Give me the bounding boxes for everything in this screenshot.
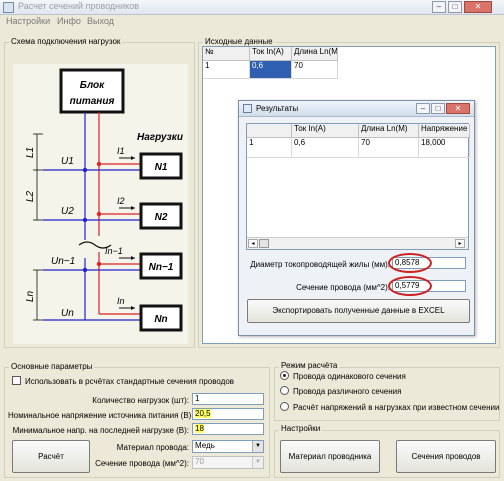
load-nn-label: Nn [154,314,167,325]
length-l1-label: L1 [25,147,36,158]
grid-cell-length[interactable]: 70 [292,61,338,79]
mode-radio-different[interactable] [280,386,289,395]
settings-group-label: Настройки [279,424,323,433]
grid-header-length[interactable]: Длина Ln(M [292,47,338,61]
voltage-un-label: Un [61,308,74,319]
diameter-annotation-oval [388,253,432,273]
menu-exit[interactable]: Выход [87,16,114,26]
dialog-close-button[interactable]: ✕ [446,103,470,114]
results-header-number[interactable] [247,124,292,138]
section-value: 70 [195,457,204,466]
mode-label-known-section: Расчёт напряжений в нагрузках при извест… [293,403,500,412]
scroll-thumb[interactable] [259,239,269,248]
params-section-label: Сечение провода (мм^2): [95,459,189,468]
results-dialog[interactable]: Результаты – □ ✕ Ток In(A) Длина Ln(M) Н… [238,100,475,336]
grid-cell-current[interactable]: 0,6 [250,61,292,79]
wire-sections-button[interactable]: Сечения проводов [396,440,496,473]
scheme-group-label: Схема подключения нагрузок [9,37,123,46]
calculate-button[interactable]: Расчёт [12,440,90,473]
min-voltage-label: Минимальное напр. на последней нагрузке … [12,426,189,435]
grid-header-current[interactable]: Ток In(A) [250,47,292,61]
dialog-maximize-button[interactable]: □ [431,103,445,114]
load-count-input[interactable]: 1 [192,393,264,405]
menu-settings[interactable]: Настройки [6,16,50,26]
power-unit-label-1: Блок [80,80,105,91]
power-unit-label-2: питания [70,96,115,107]
use-standard-label: Использовать в рсчётах стандартные сечен… [25,377,235,386]
dialog-minimize-button[interactable]: – [416,103,430,114]
material-select[interactable]: Медь ▼ [192,440,264,453]
length-l2-label: L2 [25,190,36,202]
current-i1-label: I1 [117,146,125,156]
material-label: Материал провода: [116,443,189,452]
supply-voltage-label: Номинальное напряжение источника питания… [8,411,194,420]
load-nn1-label: Nn−1 [149,262,174,273]
menu-info[interactable]: Инфо [57,16,81,26]
params-group-label: Основные параметры [9,362,95,371]
dialog-icon [243,104,252,113]
current-i2-label: I2 [117,196,125,206]
section-dropdown-icon[interactable]: ▼ [252,457,263,468]
use-standard-checkbox[interactable] [12,376,21,385]
supply-voltage-value: 20,5 [195,409,211,418]
window-title: Расчет сечений проводников [18,1,139,11]
app-icon [3,2,14,13]
min-voltage-input[interactable]: 18 [192,423,264,435]
results-cell-length[interactable]: 70 [359,138,419,158]
results-header-length[interactable]: Длина Ln(M) [359,124,419,138]
scroll-left-icon[interactable]: ◂ [248,239,258,248]
results-hscrollbar[interactable]: ◂ ▸ [247,237,468,249]
voltage-u2-label: U2 [61,206,74,217]
results-title-bar: Результаты – □ ✕ [239,101,474,117]
close-button[interactable]: ✕ [464,1,492,13]
material-conductor-button[interactable]: Материал проводника [280,440,380,473]
menu-bar: Настройки Инфо Выход [0,15,504,28]
voltage-un1-label: Un−1 [51,256,75,267]
grid-cell-number[interactable]: 1 [203,61,250,79]
section-annotation-oval [388,276,432,296]
current-in1-label: In−1 [105,246,123,256]
section-select[interactable]: 70 ▼ [192,456,264,469]
load-n2-label: N2 [155,212,168,223]
results-grid[interactable]: Ток In(A) Длина Ln(M) Напряжение в т 1 0… [246,123,470,250]
loads-label: Нагрузки [137,132,183,143]
grid-header-number[interactable]: № [203,47,250,61]
mode-radio-known-section[interactable] [280,402,289,411]
load-count-label: Количество нагрузок (шт): [92,396,189,405]
circuit-diagram: Блок питания Нагрузки N1 N2 Nn−1 Nn I1 I… [25,68,183,332]
diameter-label: Диаметр токопроводящей жилы (мм): [250,260,390,269]
source-data-group-label: Исходные данные [203,37,275,46]
length-ln-label: Ln [25,290,36,302]
results-header-current[interactable]: Ток In(A) [292,124,359,138]
title-bar: Расчет сечений проводников – □ ✕ [0,0,504,15]
min-voltage-value: 18 [195,424,204,433]
results-cell-voltage[interactable]: 18,000 [419,138,470,158]
mode-group-label: Режим расчёта [279,361,340,370]
current-in-label: In [117,296,125,306]
minimize-button[interactable]: – [432,1,446,13]
load-n1-label: N1 [155,162,168,173]
results-title: Результаты [256,104,299,113]
mode-label-different: Провода различного сечения [293,387,402,396]
material-value: Медь [195,441,215,450]
export-excel-button[interactable]: Экспортировать полученные данные в EXCEL [247,299,470,323]
results-header-voltage[interactable]: Напряжение в т [419,124,470,138]
mode-radio-same[interactable] [280,371,289,380]
material-dropdown-icon[interactable]: ▼ [252,441,263,452]
supply-voltage-input[interactable]: 20,5 [192,408,264,420]
scroll-right-icon[interactable]: ▸ [455,239,465,248]
result-section-label: Сечение провода (мм^2): [296,283,390,292]
mode-label-same: Провода одинакового сечения [293,372,406,381]
results-cell-number[interactable]: 1 [247,138,292,158]
maximize-button[interactable]: □ [448,1,462,13]
voltage-u1-label: U1 [61,156,74,167]
results-cell-current[interactable]: 0,6 [292,138,359,158]
connection-diagram: Блок питания Нагрузки N1 N2 Nn−1 Nn I1 I… [13,64,188,344]
